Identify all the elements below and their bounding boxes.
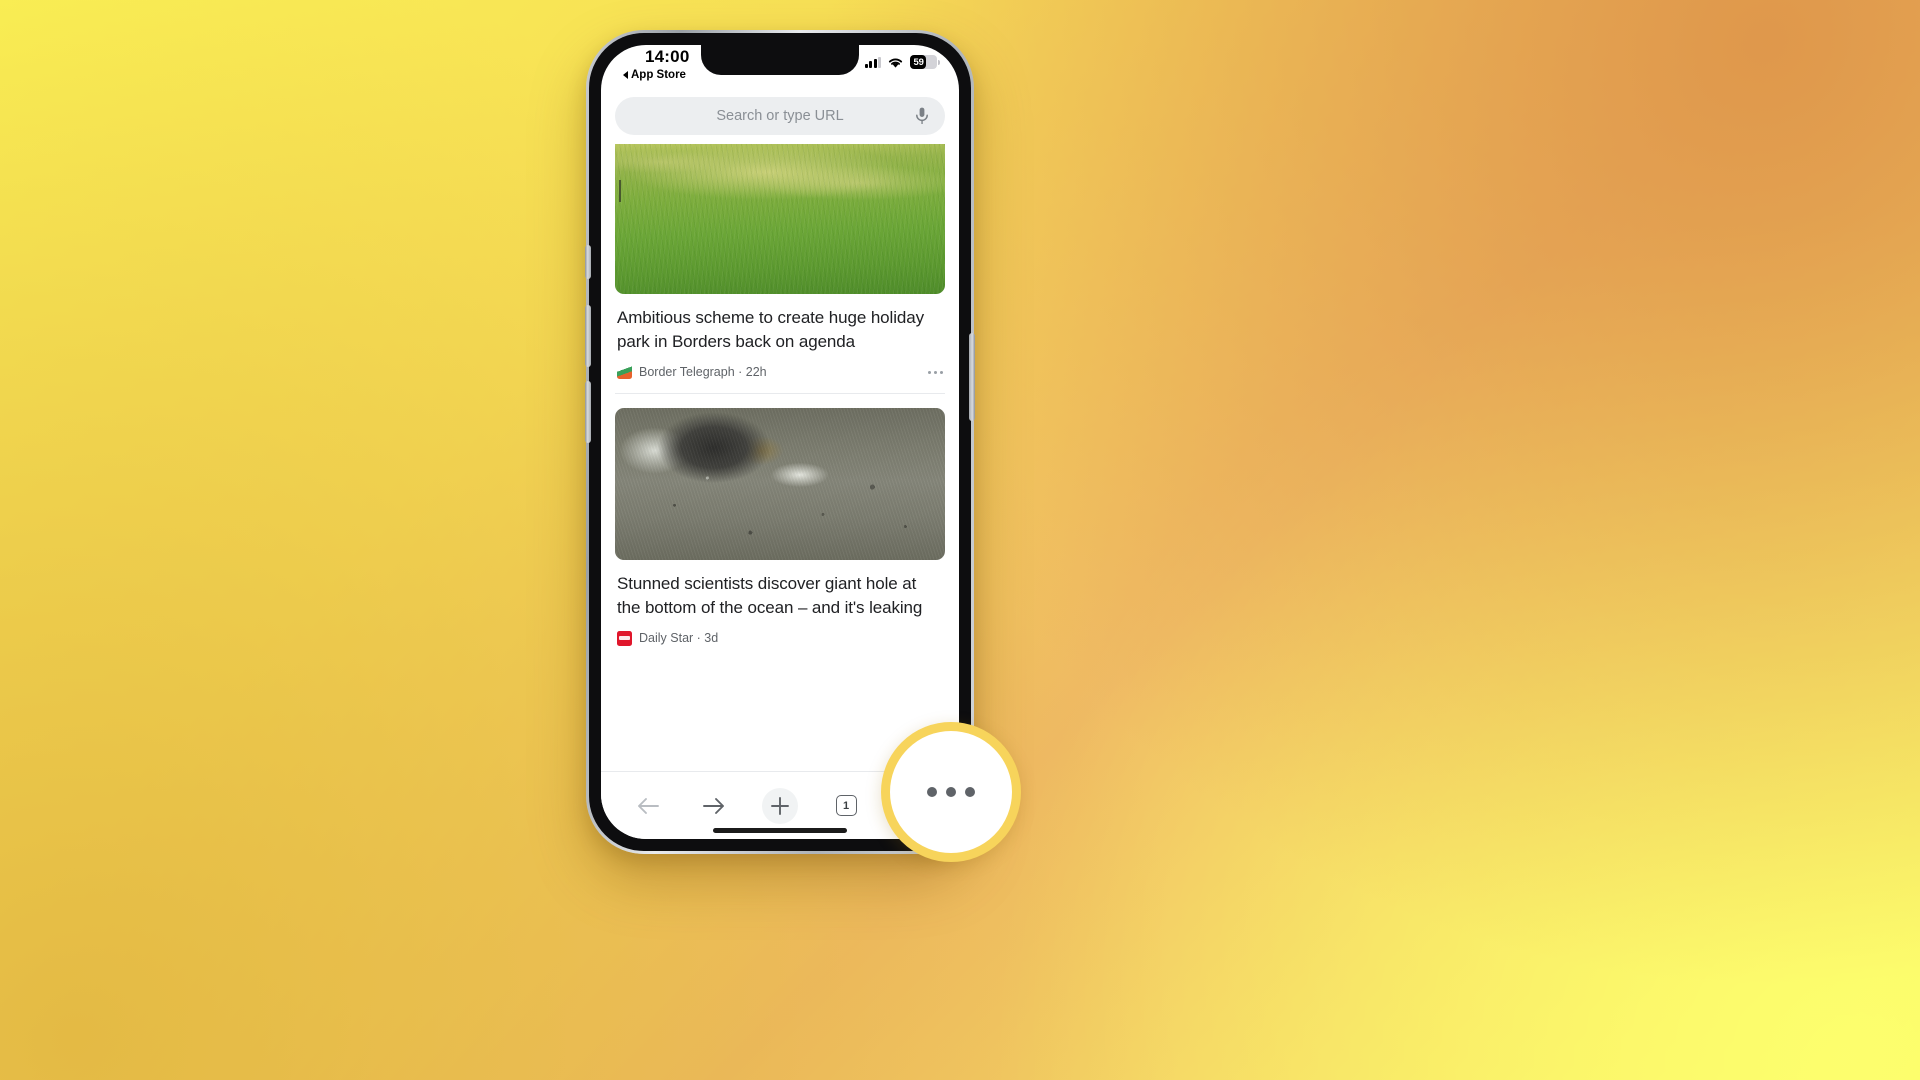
forward-button[interactable]: [688, 784, 740, 828]
tab-count-badge: 1: [835, 795, 857, 816]
card-spacer: [601, 394, 959, 408]
search-input[interactable]: Search or type URL: [615, 97, 945, 135]
search-placeholder: Search or type URL: [716, 108, 844, 124]
article-card[interactable]: Ambitious scheme to create huge holiday …: [601, 144, 959, 395]
border-telegraph-favicon: [617, 364, 632, 380]
back-to-app-store-link[interactable]: App Store: [623, 69, 686, 81]
volume-up-button[interactable]: [585, 305, 591, 367]
status-indicators: 59: [864, 55, 940, 69]
mute-switch[interactable]: [585, 245, 591, 279]
menu-button-highlight[interactable]: [881, 722, 1021, 862]
volume-down-button[interactable]: [585, 381, 591, 443]
article-byline: Border Telegraph · 22h: [615, 354, 945, 380]
status-time: 14:00: [645, 47, 690, 66]
cellular-signal-icon: [864, 56, 881, 68]
article-headline[interactable]: Stunned scientists discover giant hole a…: [615, 560, 945, 620]
phone-screen: 14:00 App Store 59 Search or type URL Am…: [601, 45, 959, 839]
fence-post-detail: [619, 180, 621, 202]
back-app-label: App Store: [631, 69, 686, 81]
tab-switcher-button[interactable]: 1: [820, 784, 872, 828]
article-headline[interactable]: Ambitious scheme to create huge holiday …: [615, 294, 945, 354]
battery-percent-label: 59: [913, 56, 924, 68]
arrow-left-icon: [638, 797, 659, 814]
omnibox-container: Search or type URL: [601, 93, 959, 144]
battery-icon: 59: [910, 55, 940, 69]
daily-star-favicon: [617, 630, 632, 646]
home-indicator[interactable]: [713, 828, 847, 833]
plus-icon: [771, 796, 789, 815]
news-feed[interactable]: Ambitious scheme to create huge holiday …: [601, 144, 959, 757]
phone-body: 14:00 App Store 59 Search or type URL Am…: [585, 33, 975, 851]
article-card[interactable]: Stunned scientists discover giant hole a…: [601, 408, 959, 646]
microphone-icon[interactable]: [915, 107, 929, 125]
plus-button-background: [762, 787, 798, 824]
new-tab-button[interactable]: [754, 784, 806, 828]
article-source-and-time: Daily Star · 3d: [639, 631, 719, 645]
three-dots-menu-icon[interactable]: [927, 787, 975, 797]
power-button[interactable]: [969, 333, 975, 421]
article-source-and-time: Border Telegraph · 22h: [639, 364, 767, 379]
wifi-icon: [888, 57, 903, 68]
back-triangle-icon: [623, 71, 628, 79]
ocean-seafloor-hole-photo[interactable]: [615, 408, 945, 561]
arrow-right-icon: [703, 797, 724, 814]
article-byline: Daily Star · 3d: [615, 621, 945, 646]
phone-notch: [701, 45, 859, 75]
back-button[interactable]: [622, 784, 674, 828]
more-options-icon[interactable]: [928, 364, 943, 380]
grass-field-photo[interactable]: [615, 144, 945, 294]
